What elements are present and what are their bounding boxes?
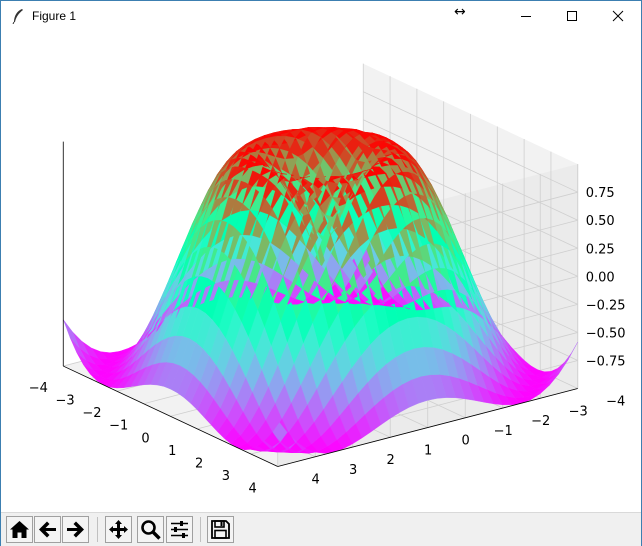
z-tick-label: −0.75	[586, 355, 626, 370]
forward-button[interactable]	[62, 516, 89, 543]
maximize-icon	[567, 11, 577, 21]
save-icon	[211, 520, 230, 539]
y-tick-label: 3	[349, 463, 357, 478]
home-button[interactable]	[6, 516, 33, 543]
z-tick-label: 0.75	[586, 186, 615, 201]
x-tick-label: 2	[195, 456, 203, 471]
figure-window: Figure 1 ↔ −4 −3 −2 −1 0 1 2 3 4 −4 −3 −2 −1 0 1	[0, 0, 642, 546]
title-bar[interactable]: Figure 1 ↔	[1, 1, 641, 31]
zoom-button[interactable]	[137, 516, 164, 543]
pan-icon	[109, 520, 128, 539]
toolbar-separator	[97, 517, 98, 542]
surface-plot[interactable]: −4−3−2−101234 −4−3−2−101234 −0.75−0.50−0…	[2, 31, 640, 511]
y-tick-label: −1	[494, 424, 513, 439]
z-tick-label: −0.50	[586, 326, 626, 341]
y-tick-label: −3	[569, 404, 588, 419]
y-tick-label: −4	[606, 395, 625, 410]
z-tick-label: 0.00	[586, 270, 615, 285]
zoom-icon	[141, 520, 161, 540]
x-tick-label: 0	[141, 431, 149, 446]
y-tick-label: 1	[424, 443, 432, 458]
y-tick-label: 0	[462, 434, 470, 449]
window-title: Figure 1	[32, 9, 77, 23]
pan-button[interactable]	[105, 516, 132, 543]
maximize-button[interactable]	[549, 1, 595, 31]
plot-canvas[interactable]: −4 −3 −2 −1 0 1 2 3 4 −4 −3 −2 −1 0 1 2 3 4 −0.75 −0.50 −0…	[2, 31, 640, 511]
x-tick-label: −1	[109, 419, 128, 434]
x-tick-label: −4	[29, 381, 48, 396]
x-tick-label: 4	[249, 482, 257, 497]
resize-cursor-icon: ↔	[454, 4, 466, 20]
x-tick-label: −2	[82, 406, 101, 421]
subplots-icon	[171, 521, 188, 538]
toolbar-separator	[200, 517, 201, 542]
x-tick-label: 1	[168, 444, 176, 459]
minimize-button[interactable]	[503, 1, 549, 31]
home-icon	[10, 521, 29, 538]
z-tick-labels: −0.75 −0.50 −0.25 0.00 0.25 0.50 0.75	[586, 186, 626, 369]
forward-arrow-icon	[67, 521, 84, 538]
save-button[interactable]	[207, 516, 234, 543]
close-button[interactable]	[595, 1, 641, 31]
close-icon	[612, 10, 624, 22]
y-tick-label: 2	[387, 453, 395, 468]
y-tick-label: −2	[531, 414, 550, 429]
back-arrow-icon	[39, 521, 56, 538]
feather-icon	[12, 9, 23, 24]
back-button[interactable]	[34, 516, 61, 543]
y-tick-label: 4	[312, 473, 320, 488]
z-tick-label: −0.25	[586, 298, 626, 313]
x-tick-label: 3	[222, 469, 230, 484]
subplots-button[interactable]	[166, 516, 193, 543]
z-tick-label: 0.50	[586, 214, 615, 229]
z-tick-label: 0.25	[586, 242, 615, 257]
navigation-toolbar	[1, 512, 641, 546]
surface-patch	[63, 319, 80, 348]
minimize-icon	[521, 16, 531, 17]
x-tick-label: −3	[56, 394, 75, 409]
